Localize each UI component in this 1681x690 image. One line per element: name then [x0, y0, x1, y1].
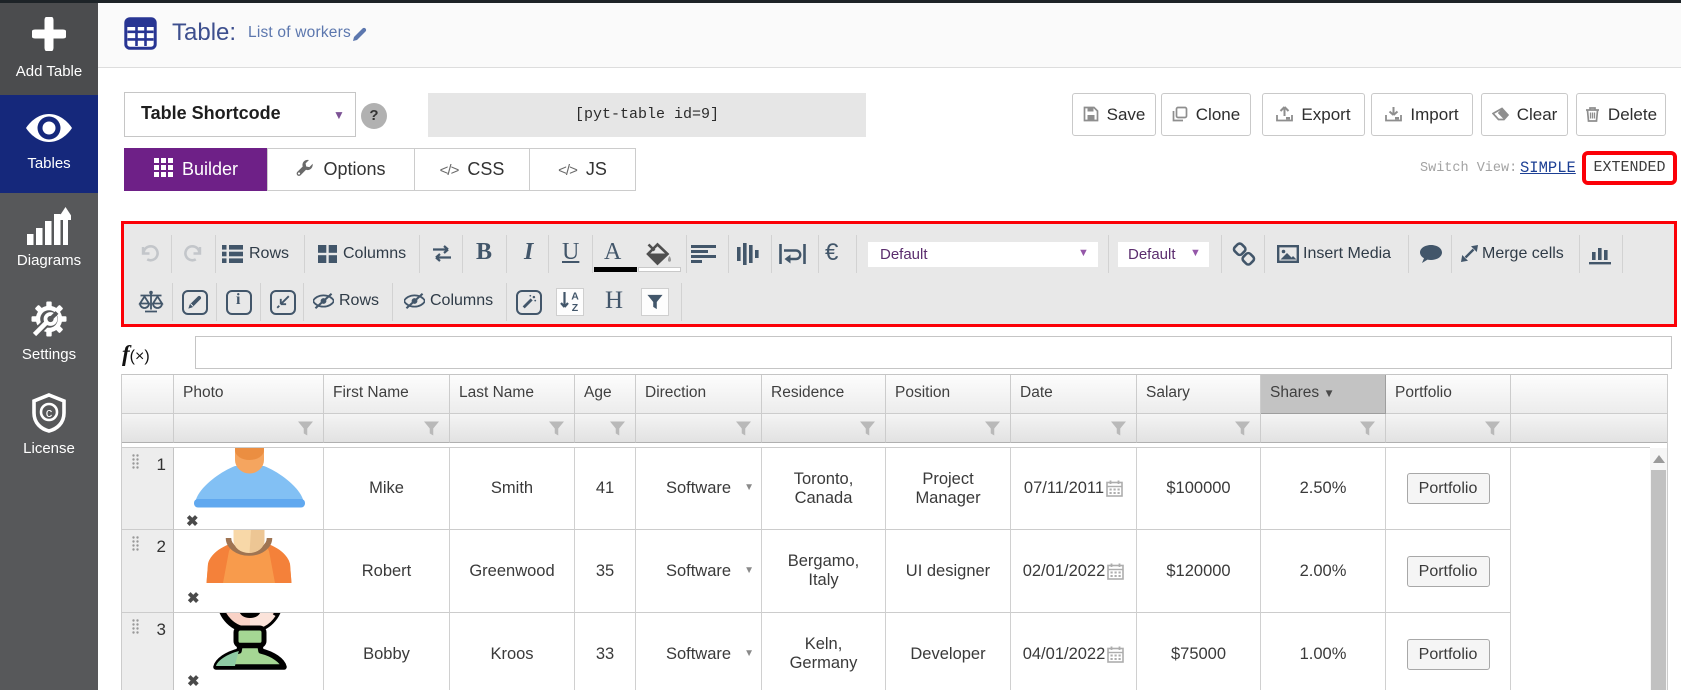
- svg-text:A: A: [571, 291, 579, 303]
- svg-text:c: c: [46, 405, 53, 420]
- svg-text:Z: Z: [572, 302, 579, 313]
